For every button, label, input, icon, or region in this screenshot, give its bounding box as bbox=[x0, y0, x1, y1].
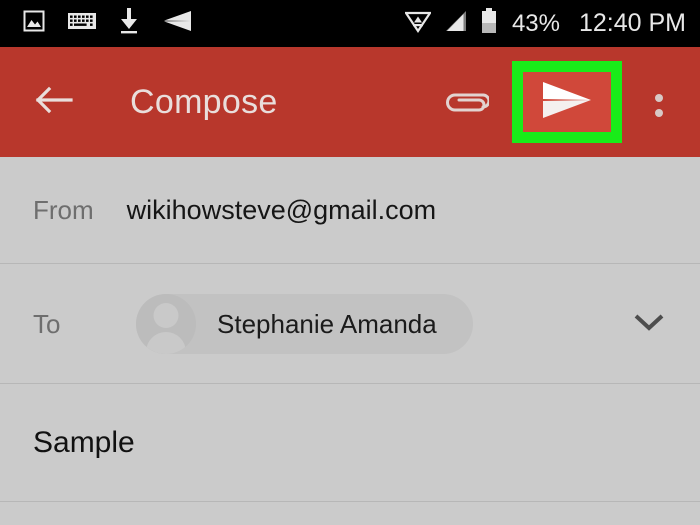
attach-button[interactable] bbox=[438, 75, 492, 129]
phone-screen: 43% 12:40 PM Compose From wikihowsteve@g… bbox=[0, 0, 700, 525]
subject-value: Sample bbox=[33, 426, 135, 459]
status-bar: 43% 12:40 PM bbox=[0, 0, 700, 47]
photo-icon bbox=[22, 9, 46, 38]
person-avatar-icon bbox=[136, 294, 196, 354]
overflow-menu-button[interactable] bbox=[636, 71, 682, 133]
send-paper-plane-icon bbox=[539, 78, 595, 127]
keyboard-icon bbox=[68, 11, 96, 36]
chevron-down-icon bbox=[632, 311, 666, 338]
battery-icon bbox=[481, 8, 497, 39]
status-bar-system-icons: 43% 12:40 PM bbox=[403, 8, 686, 39]
app-bar-actions bbox=[438, 61, 686, 143]
send-button-highlight bbox=[512, 61, 622, 143]
recipient-name: Stephanie Amanda bbox=[217, 308, 437, 339]
back-arrow-icon bbox=[35, 85, 75, 120]
paperclip-icon bbox=[441, 83, 491, 122]
send-button[interactable] bbox=[538, 79, 596, 125]
signal-icon bbox=[444, 10, 468, 37]
compose-form: From wikihowsteve@gmail.com To Stephanie… bbox=[0, 157, 700, 525]
from-label: From bbox=[33, 195, 94, 225]
sent-mail-icon bbox=[162, 10, 192, 37]
wifi-icon bbox=[403, 9, 432, 38]
to-label: To bbox=[33, 308, 61, 339]
download-icon bbox=[118, 8, 140, 39]
recipient-chip[interactable]: Stephanie Amanda bbox=[136, 294, 473, 354]
app-bar: Compose bbox=[0, 47, 700, 157]
expand-recipients-button[interactable] bbox=[628, 303, 670, 345]
page-title: Compose bbox=[130, 82, 278, 121]
to-row[interactable]: To Stephanie Amanda bbox=[0, 264, 700, 384]
more-vertical-icon-dot bbox=[655, 109, 663, 117]
from-row[interactable]: From wikihowsteve@gmail.com bbox=[0, 157, 700, 264]
subject-row[interactable]: Sample bbox=[0, 384, 700, 502]
battery-percent-label: 43% bbox=[511, 9, 560, 37]
back-button[interactable] bbox=[32, 79, 78, 125]
message-body-row[interactable] bbox=[0, 502, 700, 525]
status-bar-notification-icons bbox=[22, 8, 192, 39]
more-vertical-icon-dot bbox=[655, 94, 663, 102]
from-value: wikihowsteve@gmail.com bbox=[126, 195, 437, 225]
status-bar-clock: 12:40 PM bbox=[578, 9, 686, 37]
